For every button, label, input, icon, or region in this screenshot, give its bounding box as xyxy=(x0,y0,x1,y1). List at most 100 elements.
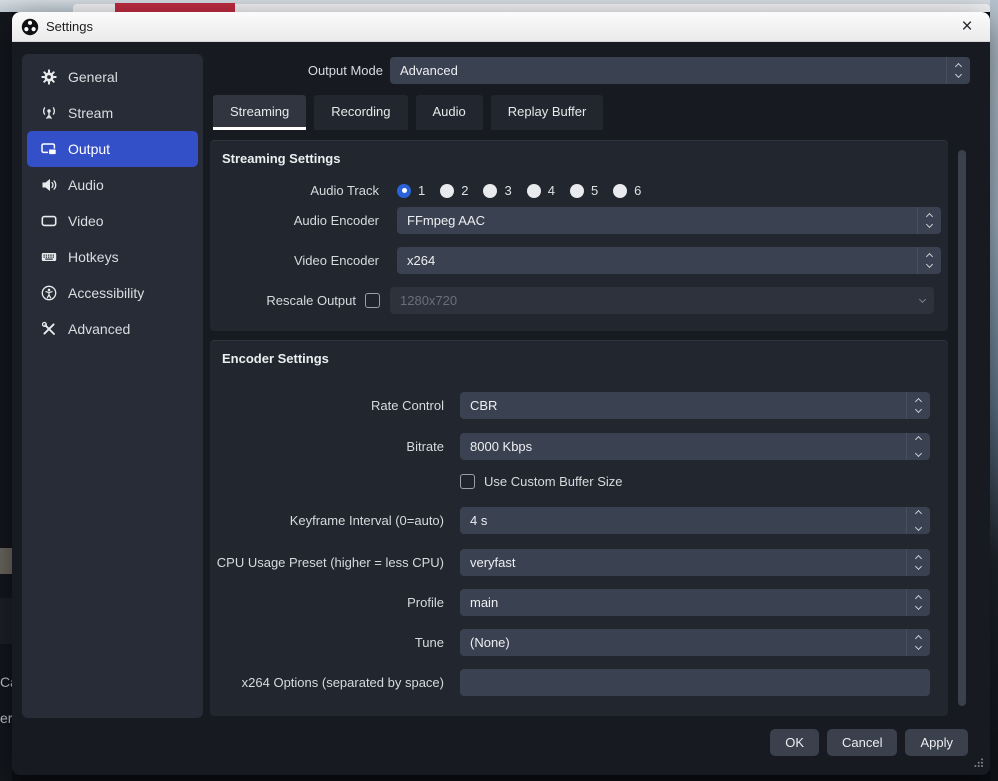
profile-value: main xyxy=(460,589,906,616)
audio-track-radio-3[interactable] xyxy=(483,184,497,198)
settings-window: Settings × General xyxy=(12,12,990,775)
rescale-resolution-select[interactable]: 1280x720 xyxy=(390,287,934,314)
resize-grip[interactable] xyxy=(973,757,984,768)
video-encoder-label: Video Encoder xyxy=(210,253,388,268)
custom-buffer-label: Use Custom Buffer Size xyxy=(484,474,622,489)
rescale-resolution-value: 1280x720 xyxy=(390,287,910,314)
video-encoder-select[interactable]: x264 xyxy=(397,247,941,274)
titlebar[interactable]: Settings × xyxy=(12,12,990,42)
chevron-updown-icon xyxy=(906,629,930,656)
apply-button[interactable]: Apply xyxy=(905,729,968,756)
desktop-background-right xyxy=(990,0,998,781)
cpu-preset-row: CPU Usage Preset (higher = less CPU) ver… xyxy=(210,549,930,576)
audio-encoder-row: Audio Encoder FFmpeg AAC xyxy=(210,207,941,234)
cpu-preset-value: veryfast xyxy=(460,549,906,576)
sidebar-item-label: Hotkeys xyxy=(68,249,119,265)
background-panel-fragment xyxy=(0,598,12,644)
keyframe-interval-spinbox[interactable]: 4 s xyxy=(460,507,930,534)
audio-track-radio-4[interactable] xyxy=(527,184,541,198)
close-button[interactable]: × xyxy=(952,12,982,42)
sidebar-item-accessibility[interactable]: Accessibility xyxy=(27,275,198,311)
cpu-preset-select[interactable]: veryfast xyxy=(460,549,930,576)
background-window-left: Ca er xyxy=(0,12,12,781)
bitrate-row: Bitrate 8000 Kbps xyxy=(210,433,930,460)
sidebar-item-audio[interactable]: Audio xyxy=(27,167,198,203)
sidebar-item-label: Video xyxy=(68,213,104,229)
background-text-fragment: Ca xyxy=(0,674,12,690)
sidebar-item-hotkeys[interactable]: Hotkeys xyxy=(27,239,198,275)
audio-track-radio-5[interactable] xyxy=(570,184,584,198)
rate-control-row: Rate Control CBR xyxy=(210,392,930,419)
vertical-scrollbar[interactable] xyxy=(958,150,966,706)
broadcast-icon xyxy=(41,105,57,121)
cpu-preset-label: CPU Usage Preset (higher = less CPU) xyxy=(210,555,452,570)
keyframe-interval-label: Keyframe Interval (0=auto) xyxy=(210,513,452,528)
audio-track-radio-6[interactable] xyxy=(613,184,627,198)
sidebar-item-label: Accessibility xyxy=(68,285,144,301)
output-mode-value: Advanced xyxy=(390,57,946,84)
audio-track-radio-1[interactable] xyxy=(397,184,411,198)
chevron-updown-icon xyxy=(917,247,941,274)
x264-options-input[interactable] xyxy=(460,669,930,696)
audio-track-label: Audio Track xyxy=(210,183,388,198)
tune-label: Tune xyxy=(210,635,452,650)
rescale-output-label: Rescale Output xyxy=(210,293,365,308)
profile-row: Profile main xyxy=(210,589,930,616)
sidebar-item-advanced[interactable]: Advanced xyxy=(27,311,198,347)
speaker-icon xyxy=(41,177,57,193)
chevron-updown-icon xyxy=(946,57,970,84)
accessibility-icon xyxy=(41,285,57,301)
radio-label: 6 xyxy=(634,183,641,198)
rate-control-select[interactable]: CBR xyxy=(460,392,930,419)
tab-recording[interactable]: Recording xyxy=(314,95,407,130)
tab-replay-buffer[interactable]: Replay Buffer xyxy=(491,95,604,130)
tab-streaming[interactable]: Streaming xyxy=(213,95,306,130)
cancel-button[interactable]: Cancel xyxy=(827,729,897,756)
chevron-updown-icon xyxy=(906,392,930,419)
tune-row: Tune (None) xyxy=(210,629,930,656)
gear-icon xyxy=(41,69,57,85)
ok-button[interactable]: OK xyxy=(770,729,819,756)
sidebar-item-video[interactable]: Video xyxy=(27,203,198,239)
custom-buffer-checkbox[interactable] xyxy=(460,474,475,489)
rescale-output-row: Rescale Output 1280x720 xyxy=(210,287,934,314)
display-icon xyxy=(41,213,57,229)
sidebar-item-label: Output xyxy=(68,141,110,157)
audio-track-radio-2[interactable] xyxy=(440,184,454,198)
obs-logo-icon xyxy=(21,18,39,36)
chevron-updown-icon xyxy=(906,589,930,616)
tune-select[interactable]: (None) xyxy=(460,629,930,656)
audio-encoder-select[interactable]: FFmpeg AAC xyxy=(397,207,941,234)
radio-label: 5 xyxy=(591,183,598,198)
audio-encoder-value: FFmpeg AAC xyxy=(397,207,917,234)
profile-label: Profile xyxy=(210,595,452,610)
sidebar-item-general[interactable]: General xyxy=(27,59,198,95)
custom-buffer-row: Use Custom Buffer Size xyxy=(460,472,622,490)
sidebar-item-output[interactable]: Output xyxy=(27,131,198,167)
spinner-arrows-icon[interactable] xyxy=(906,433,930,460)
spinner-arrows-icon[interactable] xyxy=(906,507,930,534)
output-tabs: Streaming Recording Audio Replay Buffer xyxy=(213,95,603,130)
sidebar-item-label: Audio xyxy=(68,177,104,193)
tab-audio[interactable]: Audio xyxy=(416,95,483,130)
video-encoder-row: Video Encoder x264 xyxy=(210,247,941,274)
bitrate-value: 8000 Kbps xyxy=(460,433,906,460)
background-image-fragment xyxy=(0,548,12,574)
x264-options-label: x264 Options (separated by space) xyxy=(210,675,452,690)
tune-value: (None) xyxy=(460,629,906,656)
screen-share-icon xyxy=(41,141,57,157)
background-text-fragment: er xyxy=(0,710,12,726)
output-mode-select[interactable]: Advanced xyxy=(390,57,970,84)
window-title: Settings xyxy=(46,19,93,34)
chevron-down-icon xyxy=(910,287,934,314)
sidebar-item-stream[interactable]: Stream xyxy=(27,95,198,131)
audio-track-row: Audio Track 1 2 3 4 5 6 xyxy=(210,177,656,204)
radio-label: 2 xyxy=(461,183,468,198)
keyframe-interval-value: 4 s xyxy=(460,507,906,534)
x264-options-row: x264 Options (separated by space) xyxy=(210,669,930,696)
profile-select[interactable]: main xyxy=(460,589,930,616)
keyframe-interval-row: Keyframe Interval (0=auto) 4 s xyxy=(210,507,930,534)
radio-label: 1 xyxy=(418,183,425,198)
bitrate-spinbox[interactable]: 8000 Kbps xyxy=(460,433,930,460)
rescale-output-checkbox[interactable] xyxy=(365,293,380,308)
